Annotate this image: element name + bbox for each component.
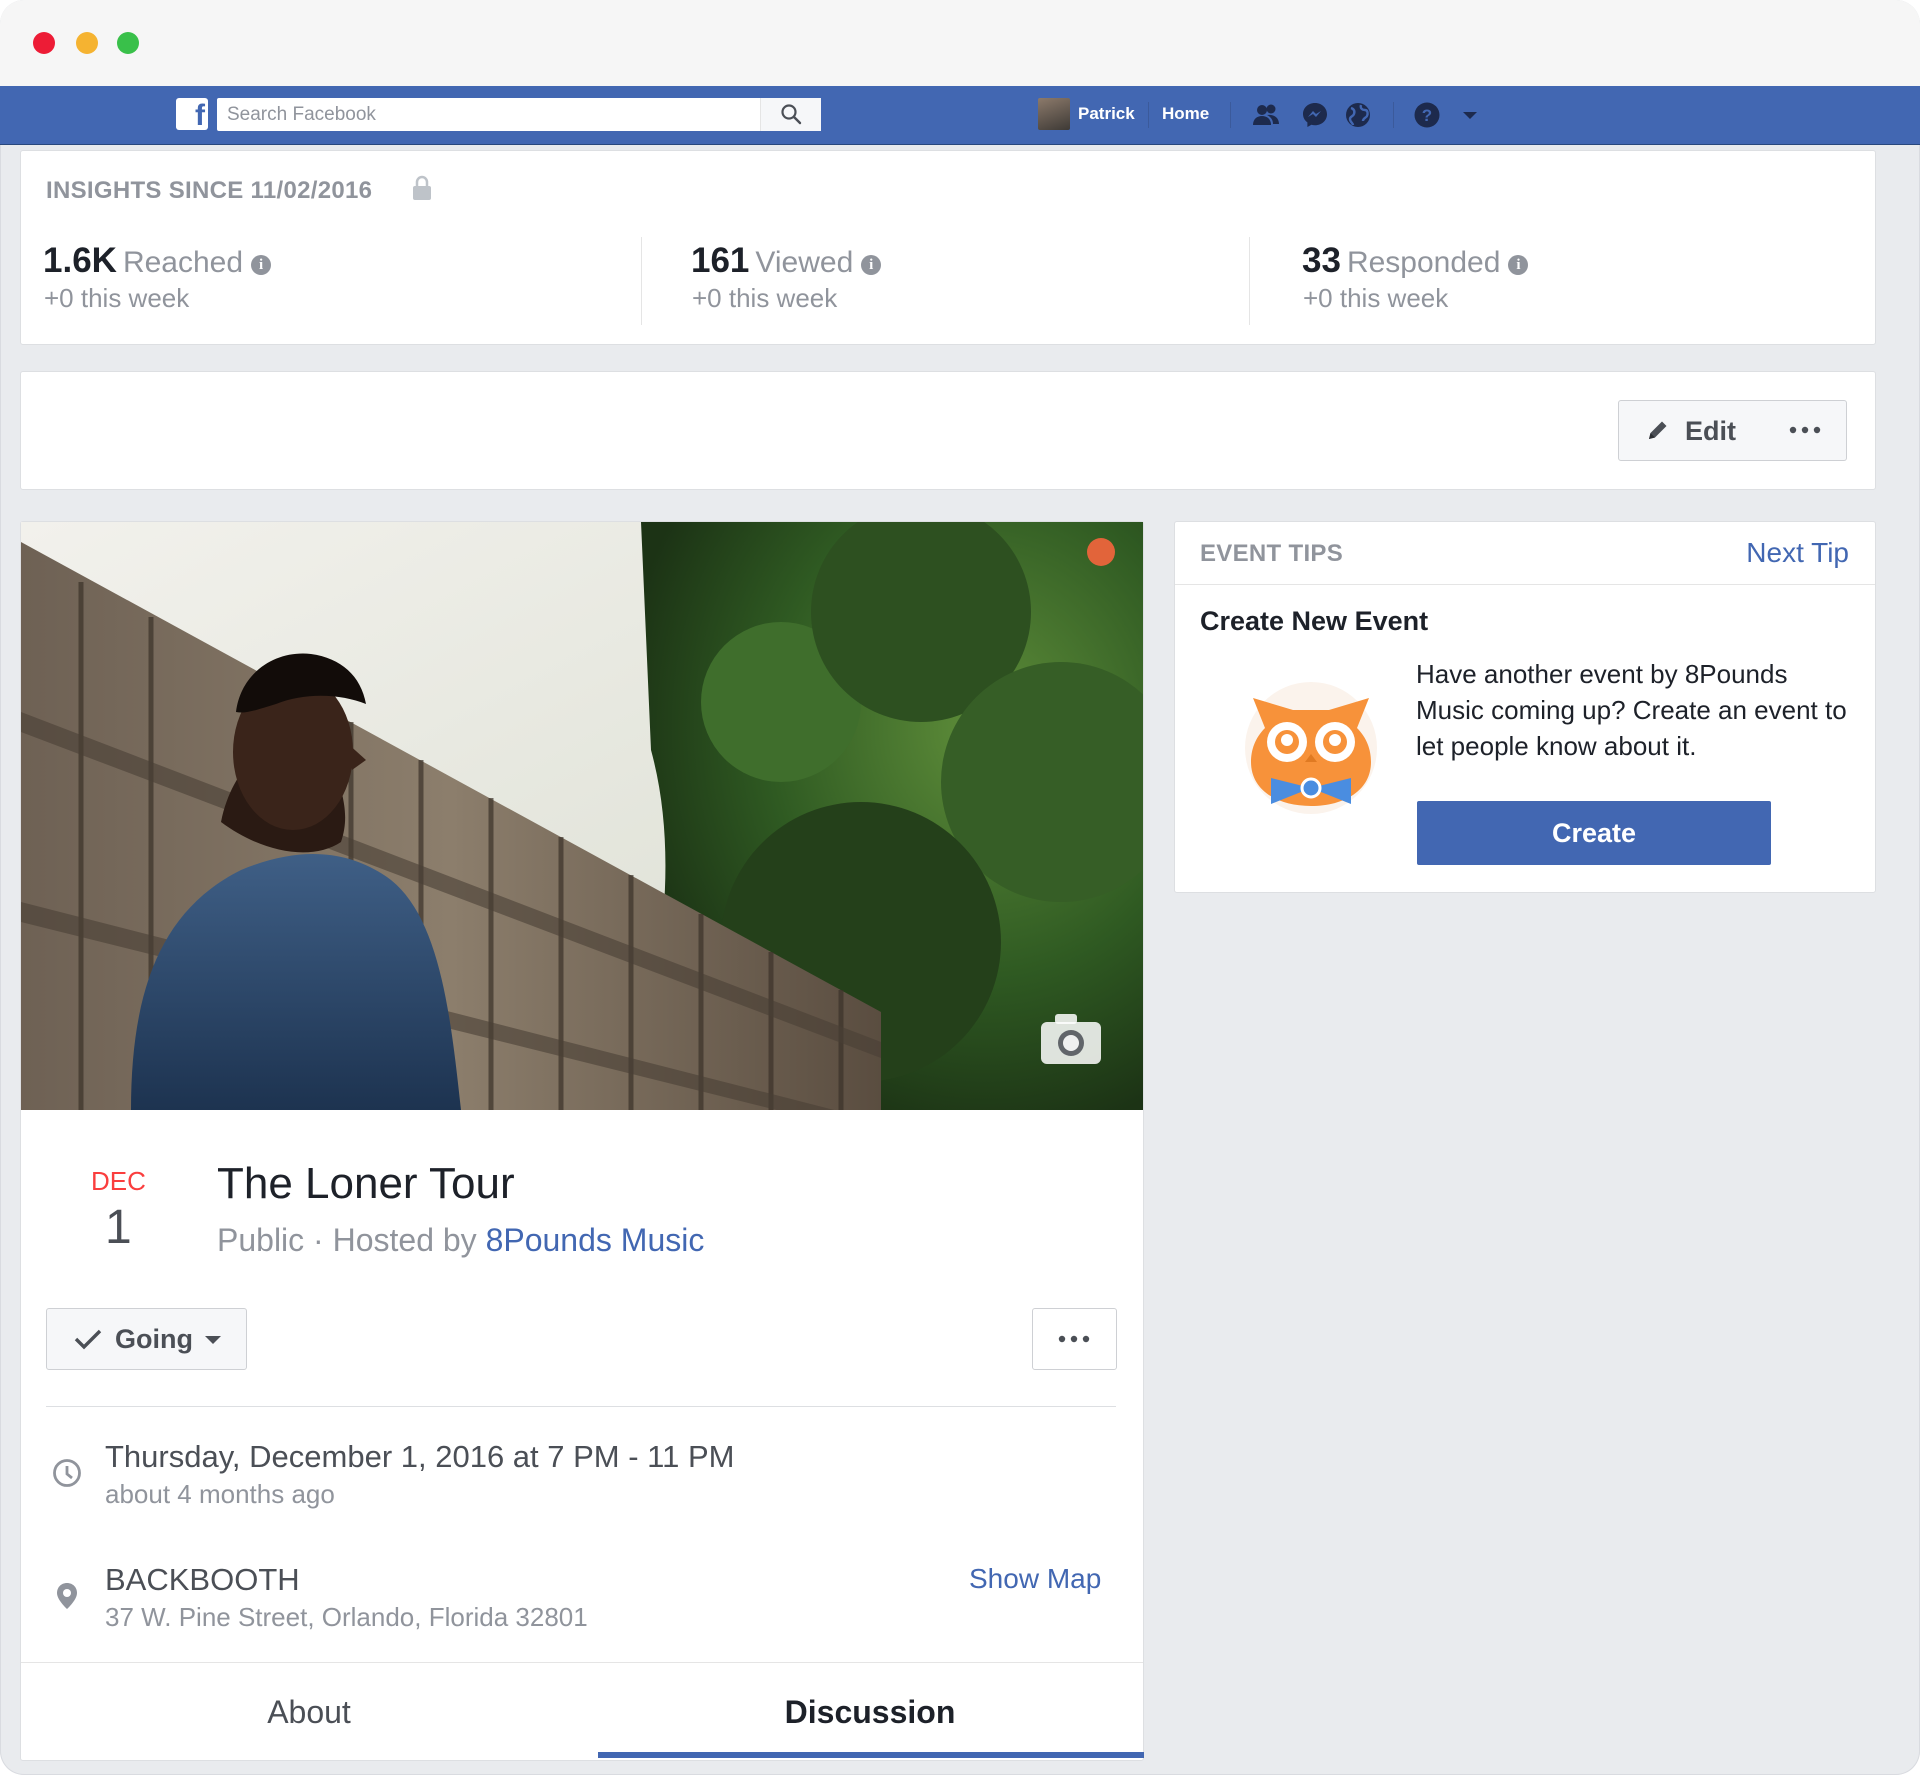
- insights-title: INSIGHTS SINCE 11/02/2016: [46, 177, 373, 204]
- metric-responded: 33 Responded i: [1302, 241, 1529, 281]
- help-icon[interactable]: ?: [1412, 100, 1442, 130]
- search-input[interactable]: [217, 98, 777, 131]
- info-icon[interactable]: i: [251, 255, 272, 275]
- friend-requests-icon[interactable]: [1251, 100, 1281, 130]
- edit-button-label: Edit: [1685, 416, 1736, 446]
- tips-header: EVENT TIPS Next Tip: [1175, 522, 1875, 585]
- metric-divider: [1249, 237, 1250, 325]
- account-menu-chevron-down-icon[interactable]: [1455, 100, 1485, 130]
- chevron-down-icon: [205, 1336, 221, 1344]
- zoom-window-button[interactable]: [117, 32, 139, 54]
- event-tabs: About Discussion: [21, 1662, 1143, 1761]
- home-link[interactable]: Home: [1162, 104, 1209, 124]
- next-tip-link[interactable]: Next Tip: [1746, 537, 1849, 569]
- more-dots-icon: [1789, 426, 1821, 434]
- tip-heading: Create New Event: [1200, 606, 1429, 636]
- profile-link[interactable]: Patrick: [1078, 104, 1135, 124]
- tips-title: EVENT TIPS: [1200, 540, 1344, 567]
- metric-value: 161: [691, 241, 750, 280]
- insights-card: INSIGHTS SINCE 11/02/2016 1.6K Reached i +…: [20, 150, 1876, 345]
- rsvp-going-button[interactable]: Going: [46, 1308, 247, 1370]
- pencil-icon: [1649, 421, 1667, 439]
- tab-discussion[interactable]: Discussion: [597, 1663, 1143, 1761]
- owl-mascot-icon: [1245, 682, 1377, 814]
- metric-divider: [641, 237, 642, 325]
- event-month: DEC: [91, 1166, 146, 1196]
- event-privacy-host: Public · Hosted by 8Pounds Music: [217, 1222, 704, 1259]
- metric-viewed: 161 Viewed i: [691, 241, 882, 281]
- rsvp-label: Going: [115, 1324, 193, 1354]
- minimize-window-button[interactable]: [76, 32, 98, 54]
- close-window-button[interactable]: [33, 32, 55, 54]
- event-more-options-button[interactable]: [1032, 1308, 1117, 1370]
- metric-value: 1.6K: [43, 241, 117, 280]
- tip-description: Have another event by 8Pounds Music comi…: [1416, 659, 1847, 761]
- event-day: 1: [105, 1201, 132, 1254]
- section-divider: [46, 1406, 1116, 1407]
- metric-label: Reached: [122, 246, 244, 279]
- location-pin-icon: [57, 1583, 77, 1609]
- notifications-globe-icon[interactable]: [1343, 100, 1373, 130]
- event-card: DEC 1 The Loner Tour Public · Hosted by …: [20, 521, 1144, 1761]
- show-map-link[interactable]: Show Map: [969, 1563, 1101, 1595]
- more-options-button[interactable]: [1764, 400, 1847, 461]
- edit-button[interactable]: Edit: [1618, 400, 1766, 461]
- checkmark-icon: [74, 1329, 102, 1350]
- host-link[interactable]: 8Pounds Music: [486, 1222, 705, 1258]
- search-box: [217, 98, 821, 131]
- search-button[interactable]: [760, 98, 821, 131]
- metric-reached: 1.6K Reached i: [43, 241, 272, 281]
- event-venue[interactable]: BACKBOOTH: [105, 1562, 300, 1598]
- top-navbar: f Patrick Home: [0, 86, 1920, 145]
- search-icon: [781, 104, 802, 125]
- event-datetime[interactable]: Thursday, December 1, 2016 at 7 PM - 11 …: [105, 1439, 734, 1475]
- window-titlebar: [0, 0, 1920, 87]
- messenger-icon[interactable]: [1300, 100, 1330, 130]
- svg-text:?: ?: [1422, 106, 1432, 125]
- event-cover-photo: [21, 522, 1143, 1110]
- event-actions-bar: Edit: [20, 371, 1876, 490]
- app-window: f Patrick Home: [0, 0, 1920, 1775]
- tab-about[interactable]: About: [21, 1663, 597, 1761]
- nav-divider: [1148, 102, 1149, 128]
- create-event-button[interactable]: Create: [1417, 801, 1771, 865]
- info-icon[interactable]: i: [1508, 255, 1529, 275]
- avatar[interactable]: [1038, 98, 1070, 130]
- event-tips-card: EVENT TIPS Next Tip Create New Event Hav…: [1174, 521, 1876, 893]
- event-title: The Loner Tour: [217, 1159, 515, 1208]
- metric-value: 33: [1302, 241, 1341, 280]
- info-icon[interactable]: i: [861, 255, 882, 275]
- metric-label: Viewed: [755, 246, 854, 279]
- cover-image: [21, 522, 1143, 1110]
- nav-divider: [1393, 102, 1394, 128]
- metric-weekly-change: +0 this week: [1303, 283, 1449, 313]
- event-address: 37 W. Pine Street, Orlando, Florida 3280…: [105, 1602, 588, 1632]
- active-tab-indicator: [598, 1752, 1144, 1758]
- metric-weekly-change: +0 this week: [692, 283, 838, 313]
- facebook-logo-icon[interactable]: f: [176, 98, 208, 132]
- lock-icon: [413, 175, 431, 200]
- event-privacy: Public · Hosted by: [217, 1222, 486, 1258]
- event-relative-time: about 4 months ago: [105, 1479, 335, 1509]
- nav-divider: [1230, 102, 1231, 128]
- clock-icon: [53, 1459, 81, 1487]
- metric-label: Responded: [1346, 246, 1501, 279]
- more-dots-icon: [1058, 1335, 1090, 1343]
- metric-weekly-change: +0 this week: [44, 283, 190, 313]
